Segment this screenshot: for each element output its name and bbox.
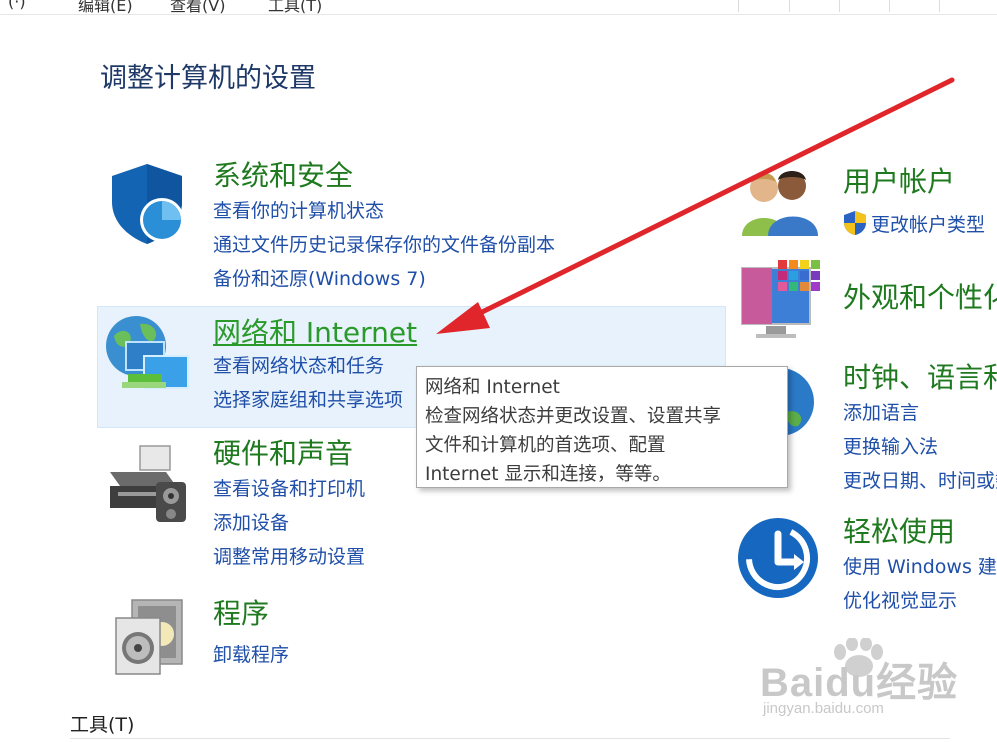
programs-disc-icon <box>115 599 183 675</box>
network-globe-icon <box>106 316 189 389</box>
window-button-divider <box>939 0 940 12</box>
category-title-user-accounts[interactable]: 用户帐户 <box>843 160 955 200</box>
appearance-monitor-icon <box>741 260 820 338</box>
category-user-accounts: 用户帐户 更改帐户类型 <box>843 160 997 240</box>
link-add-device[interactable]: 添加设备 <box>213 508 289 535</box>
tools-label[interactable]: 工具(T) <box>70 710 134 737</box>
window-button-divider <box>789 0 790 12</box>
menu-bar: (·) 编辑(E) 查看(V) 工具(T) <box>0 0 997 15</box>
link-change-account-type[interactable]: 更改帐户类型 <box>871 210 985 237</box>
users-icon <box>742 171 818 236</box>
watermark-url: jingyan.baidu.com <box>763 700 884 717</box>
tooltip-network-internet: 网络和 Internet 检查网络状态并更改设置、设置共享 文件和计算机的首选项… <box>416 366 788 488</box>
shield-icon <box>112 164 184 244</box>
page-title: 调整计算机的设置 <box>100 63 316 94</box>
category-programs: 程序 卸载程序 <box>213 592 513 672</box>
link-use-recommended-settings[interactable]: 使用 Windows 建议的设置 <box>843 552 997 579</box>
category-title-hardware-sound[interactable]: 硬件和声音 <box>213 432 353 472</box>
link-file-history-backup[interactable]: 通过文件历史记录保存你的文件备份副本 <box>213 230 555 257</box>
link-uninstall-program[interactable]: 卸载程序 <box>213 640 289 667</box>
tooltip-line: 检查网络状态并更改设置、设置共享 <box>425 406 722 427</box>
menu-item-file[interactable]: (·) <box>8 0 26 11</box>
menu-item-tools[interactable]: 工具(T) <box>268 0 322 14</box>
footer-divider <box>70 738 950 739</box>
ease-of-access-icon <box>738 518 818 598</box>
category-title-system-security[interactable]: 系统和安全 <box>213 154 353 194</box>
link-devices-printers[interactable]: 查看设备和打印机 <box>213 474 365 501</box>
category-title-clock-language[interactable]: 时钟、语言和区域 <box>843 356 997 396</box>
baidu-watermark: Baidu经验 jingyan.baidu.com <box>760 638 960 730</box>
category-ease-of-access: 轻松使用 使用 Windows 建议的设置 优化视觉显示 <box>843 510 997 620</box>
menu-item-view[interactable]: 查看(V) <box>170 0 225 14</box>
link-optimize-visual-display[interactable]: 优化视觉显示 <box>843 586 957 613</box>
uac-shield-icon <box>844 211 866 235</box>
category-appearance: 外观和个性化 <box>843 276 997 320</box>
link-backup-restore[interactable]: 备份和还原(Windows 7) <box>213 264 426 291</box>
link-mobility-settings[interactable]: 调整常用移动设置 <box>213 542 365 569</box>
link-add-language[interactable]: 添加语言 <box>843 398 919 425</box>
link-view-computer-status[interactable]: 查看你的计算机状态 <box>213 196 384 223</box>
link-homegroup-sharing[interactable]: 选择家庭组和共享选项 <box>213 385 403 412</box>
menu-item-edit[interactable]: 编辑(E) <box>78 0 133 14</box>
category-system-security: 系统和安全 查看你的计算机状态 通过文件历史记录保存你的文件备份副本 备份和还原… <box>213 154 733 294</box>
category-clock-language: 时钟、语言和区域 添加语言 更换输入法 更改日期、时间或数字格式 <box>843 356 997 496</box>
window-controls <box>738 0 997 12</box>
link-change-input-method[interactable]: 更换输入法 <box>843 432 938 459</box>
window-button-divider <box>839 0 840 12</box>
link-network-status-tasks[interactable]: 查看网络状态和任务 <box>213 351 384 378</box>
tooltip-line: 网络和 Internet <box>425 377 560 398</box>
window-button-divider <box>889 0 890 12</box>
printer-icon <box>110 445 186 522</box>
tooltip-line: Internet 显示和连接，等等。 <box>425 464 671 485</box>
category-title-appearance[interactable]: 外观和个性化 <box>843 276 997 316</box>
category-title-ease-of-access[interactable]: 轻松使用 <box>843 510 955 550</box>
link-change-date-time[interactable]: 更改日期、时间或数字格式 <box>843 466 997 493</box>
tooltip-line: 文件和计算机的首选项、配置 <box>425 435 666 456</box>
category-title-network-internet[interactable]: 网络和 Internet <box>213 311 417 351</box>
category-title-programs[interactable]: 程序 <box>213 592 269 632</box>
